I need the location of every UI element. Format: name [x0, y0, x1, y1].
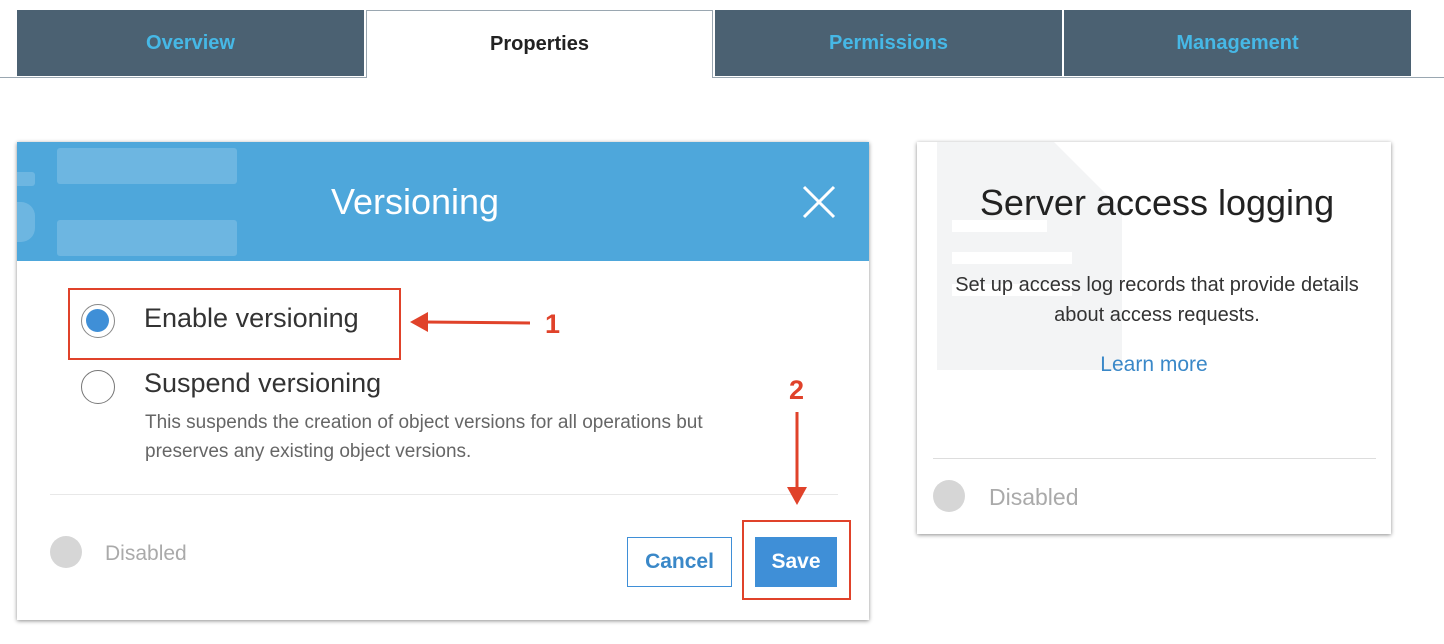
annotation-number-1: 1 — [545, 309, 561, 339]
status-indicator — [933, 480, 965, 512]
logging-description: Set up access log records that provide d… — [955, 274, 1359, 326]
status-indicator — [50, 536, 82, 568]
logging-status: Disabled — [989, 484, 1079, 510]
tab-management[interactable]: Management — [1064, 10, 1411, 76]
suspend-versioning-description: This suspends the creation of object ver… — [145, 412, 703, 462]
tab-properties[interactable]: Properties — [366, 10, 713, 78]
annotation-number-2: 2 — [789, 375, 805, 405]
suspend-versioning-label[interactable]: Suspend versioning — [144, 368, 381, 399]
versioning-title: Versioning — [330, 180, 500, 222]
tab-bar-baseline — [0, 77, 1444, 78]
document-icon — [937, 142, 1122, 370]
card-divider — [933, 458, 1376, 459]
logging-title: Server access logging — [979, 182, 1335, 223]
tab-overview[interactable]: Overview — [17, 10, 364, 76]
versioning-header: Versioning — [17, 142, 869, 261]
tab-bar: Overview Properties Permissions Manageme… — [0, 0, 1444, 78]
annotation-highlight-save — [742, 520, 851, 600]
cancel-button[interactable]: Cancel — [627, 537, 732, 587]
versioning-status: Disabled — [105, 542, 187, 565]
learn-more-link[interactable]: Learn more — [917, 353, 1391, 377]
server-access-logging-card[interactable]: Server access logging Set up access log … — [917, 142, 1391, 534]
card-divider — [50, 494, 838, 495]
tab-permissions[interactable]: Permissions — [715, 10, 1062, 76]
close-icon[interactable] — [801, 184, 837, 220]
annotation-highlight-enable — [68, 288, 401, 360]
suspend-versioning-radio[interactable] — [81, 370, 115, 404]
